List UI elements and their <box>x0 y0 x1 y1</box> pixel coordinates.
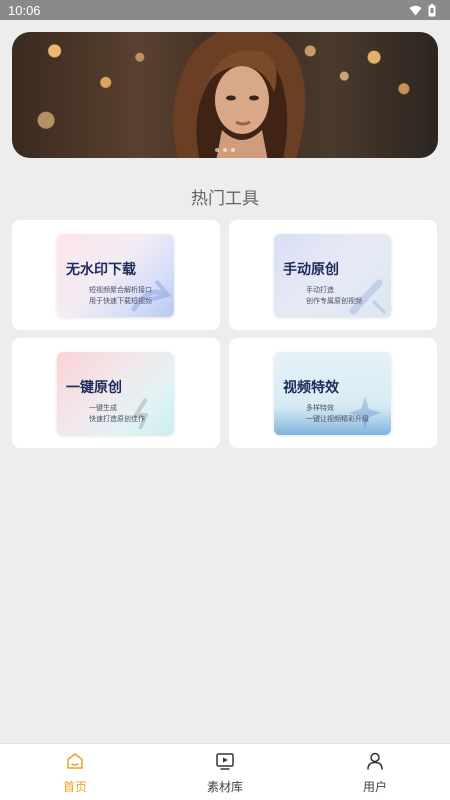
nav-item-user[interactable]: 用户 <box>300 744 450 800</box>
nav-item-home[interactable]: 首页 <box>0 744 150 800</box>
tool-desc-line2: 创作专属原创视频 <box>306 297 362 305</box>
tool-desc-line1: 多样特效 <box>306 404 334 412</box>
battery-icon <box>428 3 436 16</box>
status-time: 10:06 <box>8 2 41 18</box>
user-icon <box>367 752 383 770</box>
tool-tile: 视频特效 多样特效 一键让视频精彩升级 <box>274 352 391 435</box>
banner-pagination <box>215 148 235 152</box>
promo-banner[interactable] <box>12 32 438 158</box>
tool-title: 无水印下载 <box>66 262 136 278</box>
tool-card-one-click-original[interactable]: 一键原创 一键生成 快速打造原创佳作 <box>12 338 220 448</box>
tool-title: 视频特效 <box>283 380 339 396</box>
tool-card-video-effects[interactable]: 视频特效 多样特效 一键让视频精彩升级 <box>229 338 437 448</box>
nav-label-user: 用户 <box>362 780 387 794</box>
tool-title: 一键原创 <box>66 380 122 396</box>
tool-tile: 一键原创 一键生成 快速打造原创佳作 <box>57 352 174 435</box>
home-icon <box>67 753 83 769</box>
tool-card-watermark-free-download[interactable]: 无水印下载 短视频聚合解析接口 用于快速下载短视频 <box>12 220 220 330</box>
nav-item-library[interactable]: 素材库 <box>150 744 300 800</box>
tool-desc-line1: 短视频聚合解析接口 <box>89 286 152 294</box>
video-library-icon <box>216 753 234 770</box>
status-bar: 10:06 <box>0 0 450 20</box>
nav-label-home: 首页 <box>62 780 87 794</box>
tool-tile: 无水印下载 短视频聚合解析接口 用于快速下载短视频 <box>57 234 174 317</box>
tool-desc-line2: 一键让视频精彩升级 <box>306 415 369 423</box>
nav-label-library: 素材库 <box>206 780 243 794</box>
section-title: 热门工具 <box>191 189 259 209</box>
tool-tile: 手动原创 手动打造 创作专属原创视频 <box>274 234 391 317</box>
tool-desc-line1: 手动打造 <box>306 286 334 294</box>
tool-desc-line1: 一键生成 <box>89 404 117 412</box>
banner-photo <box>173 32 306 158</box>
wifi-icon <box>409 5 422 15</box>
tool-card-manual-original[interactable]: 手动原创 手动打造 创作专属原创视频 <box>229 220 437 330</box>
tool-title: 手动原创 <box>283 262 339 278</box>
tool-desc-line2: 快速打造原创佳作 <box>89 415 145 423</box>
tool-desc-line2: 用于快速下载短视频 <box>89 297 152 305</box>
bottom-nav: 首页 素材库 用户 <box>0 743 450 800</box>
